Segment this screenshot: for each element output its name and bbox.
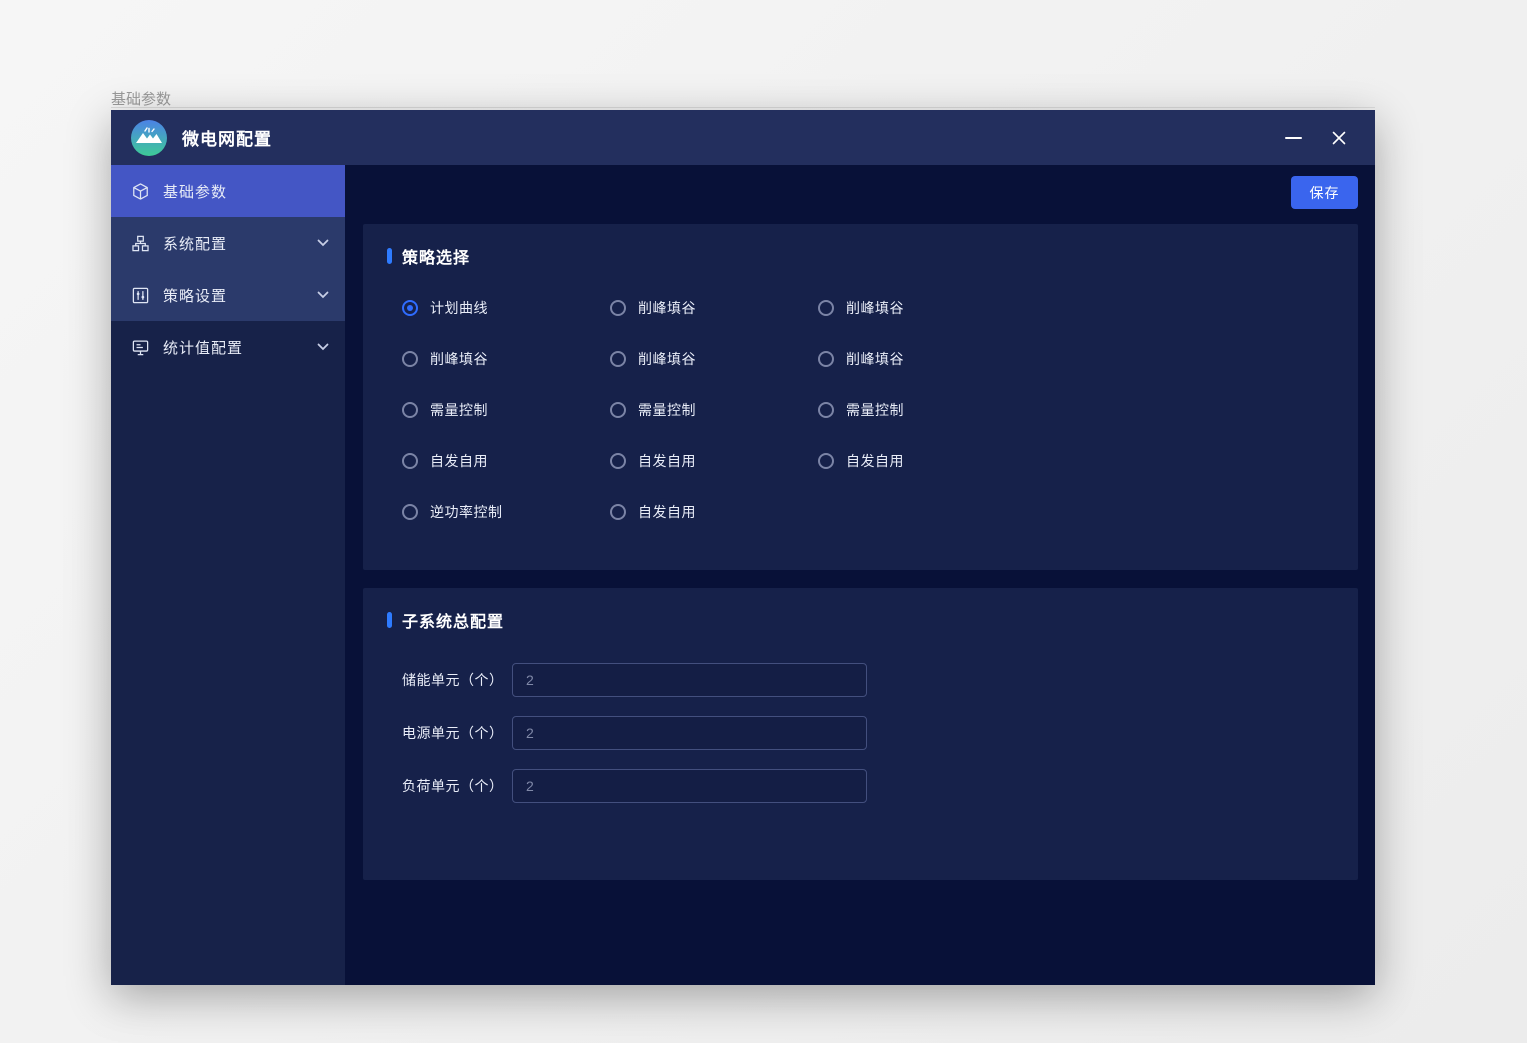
radio-icon <box>610 453 626 469</box>
radio-option[interactable]: 自发自用 <box>610 452 818 470</box>
save-button[interactable]: 保存 <box>1291 176 1358 209</box>
sidebar-item-strategy-settings[interactable]: 策略设置 <box>111 269 345 321</box>
radio-icon <box>610 504 626 520</box>
radio-option[interactable]: 自发自用 <box>402 452 610 470</box>
radio-option[interactable]: 削峰填谷 <box>818 299 1026 317</box>
load-units-input[interactable] <box>512 769 867 803</box>
chevron-down-icon <box>317 291 329 299</box>
load-units-label: 负荷单元（个） <box>402 776 512 796</box>
sidebar-item-label: 系统配置 <box>163 233 317 254</box>
background-divider <box>111 107 1375 108</box>
radio-option[interactable]: 需量控制 <box>818 401 1026 419</box>
radio-icon <box>610 300 626 316</box>
radio-icon <box>402 402 418 418</box>
main-content: 保存 策略选择 计划曲线 削峰填谷 <box>345 165 1375 985</box>
minimize-button[interactable] <box>1279 124 1307 152</box>
desktop-background: 基础参数 微电网配置 <box>0 0 1527 1043</box>
close-icon <box>1331 130 1347 146</box>
hierarchy-icon <box>131 234 150 253</box>
toolbar: 保存 <box>345 165 1375 224</box>
sidebar-group: 基础参数 系统配置 <box>111 165 345 321</box>
package-icon <box>131 182 150 201</box>
radio-option[interactable]: 需量控制 <box>610 401 818 419</box>
section-header: 策略选择 <box>387 246 1334 266</box>
section-title: 子系统总配置 <box>402 608 504 632</box>
storage-units-input[interactable] <box>512 663 867 697</box>
subsystem-form: 储能单元（个） 电源单元（个） 负荷单元（个） <box>402 663 1334 803</box>
radio-option[interactable]: 削峰填谷 <box>818 350 1026 368</box>
strategy-radio-grid: 计划曲线 削峰填谷 削峰填谷 削峰填谷 <box>402 299 1334 521</box>
form-row: 储能单元（个） <box>402 663 1334 697</box>
sidebar-item-label: 统计值配置 <box>163 337 317 358</box>
radio-option[interactable]: 需量控制 <box>402 401 610 419</box>
sidebar-item-label: 基础参数 <box>163 181 329 202</box>
radio-option[interactable]: 自发自用 <box>818 452 1026 470</box>
radio-option[interactable]: 逆功率控制 <box>402 503 610 521</box>
radio-icon <box>818 300 834 316</box>
titlebar: 微电网配置 <box>111 110 1375 165</box>
sidebar-item-statistics-config[interactable]: 统计值配置 <box>111 321 345 373</box>
radio-icon <box>818 402 834 418</box>
background-tab-label: 基础参数 <box>111 88 171 109</box>
section-header: 子系统总配置 <box>387 610 1334 630</box>
section-title: 策略选择 <box>402 244 470 268</box>
radio-icon <box>818 351 834 367</box>
subsystem-panel: 子系统总配置 储能单元（个） 电源单元（个） 负荷单元（个） <box>363 588 1358 880</box>
sidebar-item-basic-params[interactable]: 基础参数 <box>111 165 345 217</box>
chevron-down-icon <box>317 239 329 247</box>
radio-option[interactable]: 计划曲线 <box>402 299 610 317</box>
monitor-icon <box>131 338 150 357</box>
radio-icon <box>610 351 626 367</box>
close-button[interactable] <box>1325 124 1353 152</box>
form-row: 负荷单元（个） <box>402 769 1334 803</box>
radio-option[interactable]: 削峰填谷 <box>402 350 610 368</box>
radio-icon <box>402 504 418 520</box>
sidebar-item-system-config[interactable]: 系统配置 <box>111 217 345 269</box>
sidebar-item-label: 策略设置 <box>163 285 317 306</box>
sliders-icon <box>131 286 150 305</box>
form-row: 电源单元（个） <box>402 716 1334 750</box>
section-marker <box>387 248 392 264</box>
radio-icon <box>402 351 418 367</box>
microgrid-config-window: 微电网配置 <box>111 110 1375 985</box>
section-marker <box>387 612 392 628</box>
radio-option[interactable]: 削峰填谷 <box>610 350 818 368</box>
minimize-icon <box>1285 137 1302 139</box>
sidebar: 基础参数 系统配置 <box>111 165 345 985</box>
chevron-down-icon <box>317 343 329 351</box>
storage-units-label: 储能单元（个） <box>402 670 512 690</box>
app-logo-icon <box>131 120 167 156</box>
radio-option[interactable]: 自发自用 <box>610 503 818 521</box>
radio-icon <box>402 453 418 469</box>
radio-icon <box>610 402 626 418</box>
radio-icon <box>818 453 834 469</box>
power-units-input[interactable] <box>512 716 867 750</box>
window-title: 微电网配置 <box>182 125 272 150</box>
strategy-panel: 策略选择 计划曲线 削峰填谷 削峰填谷 <box>363 224 1358 570</box>
power-units-label: 电源单元（个） <box>402 723 512 743</box>
radio-option[interactable]: 削峰填谷 <box>610 299 818 317</box>
radio-selected-icon <box>402 300 418 316</box>
